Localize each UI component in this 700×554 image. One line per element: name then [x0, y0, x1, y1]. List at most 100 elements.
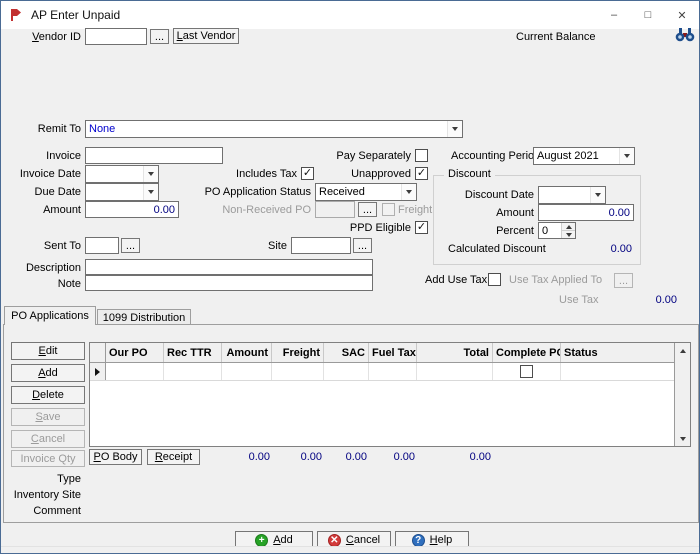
chevron-down-icon — [619, 148, 634, 164]
grid-vertical-scrollbar[interactable] — [674, 343, 690, 446]
invoice-date-select[interactable] — [85, 165, 159, 183]
total-amount: 0.00 — [212, 451, 270, 464]
invoice-date-label: Invoice Date — [11, 168, 81, 181]
ppd-eligible-label: PPD Eligible — [329, 222, 411, 235]
discount-amount-input[interactable] — [538, 204, 634, 221]
accounting-period-select[interactable]: August 2021 — [533, 147, 635, 165]
help-icon: ? — [412, 534, 425, 547]
discount-percent-stepper[interactable] — [538, 222, 576, 239]
total-total: 0.00 — [433, 451, 491, 464]
invoice-date-value — [86, 166, 143, 182]
sent-to-label: Sent To — [11, 240, 81, 253]
remit-to-value: None — [86, 121, 447, 137]
due-date-select[interactable] — [85, 183, 159, 201]
remit-to-select[interactable]: None — [85, 120, 463, 138]
non-received-po-label: Non-Received PO — [199, 204, 311, 217]
delete-button[interactable]: Delete — [11, 386, 85, 404]
table-row[interactable] — [90, 363, 690, 381]
remit-to-label: Remit To — [11, 123, 81, 136]
amount-label: Amount — [11, 204, 81, 217]
discount-group: Discount Discount Date Amount Percent Ca… — [433, 175, 641, 265]
binoculars-icon[interactable] — [675, 26, 695, 42]
tab-po-applications[interactable]: PO Applications — [4, 306, 96, 325]
last-vendor-button[interactable]: Last Vendor — [173, 28, 239, 44]
sent-to-input[interactable] — [85, 237, 119, 254]
discount-percent-input[interactable] — [539, 223, 561, 238]
discount-date-value — [539, 187, 590, 203]
chevron-down-icon — [401, 184, 416, 200]
complete-po-checkbox[interactable] — [520, 365, 533, 378]
receipt-button[interactable]: Receipt — [147, 449, 200, 465]
discount-percent-label: Percent — [440, 225, 534, 238]
app-icon — [9, 8, 23, 22]
site-input[interactable] — [291, 237, 351, 254]
grid-header-rec-ttr: Rec TTR — [164, 343, 222, 362]
note-label: Note — [11, 278, 81, 291]
use-tax-applied-to-label: Use Tax Applied To — [509, 274, 602, 287]
vendor-id-input[interactable] — [85, 28, 147, 45]
pay-separately-checkbox[interactable] — [415, 149, 428, 162]
help-button-label: Help — [430, 534, 453, 546]
discount-group-label: Discount — [444, 168, 495, 180]
grid-header-fuel-tax: Fuel Tax — [369, 343, 417, 362]
current-balance-label: Current Balance — [516, 31, 596, 44]
window-bottom-frame — [1, 546, 699, 553]
scroll-down-icon[interactable] — [675, 431, 690, 446]
add-icon: + — [255, 534, 268, 547]
add-use-tax-checkbox[interactable] — [488, 273, 501, 286]
use-tax-value: 0.00 — [629, 294, 677, 307]
unapproved-checkbox[interactable] — [415, 167, 428, 180]
site-browse-button[interactable]: ... — [353, 238, 372, 253]
calculated-discount-label: Calculated Discount — [448, 243, 546, 256]
percent-up-icon[interactable] — [562, 223, 575, 230]
po-application-status-select[interactable]: Received — [315, 183, 417, 201]
non-received-po-browse-button[interactable]: ... — [358, 202, 377, 217]
pay-separately-label: Pay Separately — [329, 150, 411, 163]
use-tax-applied-browse-button: ... — [614, 273, 633, 288]
includes-tax-label: Includes Tax — [229, 168, 297, 181]
comment-label: Comment — [11, 505, 81, 518]
percent-down-icon[interactable] — [562, 230, 575, 238]
maximize-button[interactable]: □ — [631, 1, 665, 29]
discount-amount-label: Amount — [440, 207, 534, 220]
grid-header-amount: Amount — [222, 343, 272, 362]
note-input[interactable] — [85, 275, 373, 291]
grid-header-our-po: Our PO — [106, 343, 164, 362]
tab-1099-distribution[interactable]: 1099 Distribution — [97, 309, 191, 325]
po-body-button[interactable]: PO Body — [89, 449, 142, 465]
ppd-eligible-checkbox[interactable] — [415, 221, 428, 234]
po-application-status-value: Received — [316, 184, 401, 200]
sent-to-browse-button[interactable]: ... — [121, 238, 140, 253]
cancel-button-label: Cancel — [346, 534, 380, 546]
grid-header-row: Our PO Rec TTR Amount Freight SAC Fuel T… — [90, 343, 690, 363]
po-application-status-label: PO Application Status — [199, 186, 311, 199]
cancel-row-button: Cancel — [11, 430, 85, 448]
close-button[interactable]: ✕ — [665, 1, 699, 29]
grid-header-freight: Freight — [272, 343, 324, 362]
calculated-discount-value: 0.00 — [574, 243, 632, 256]
scroll-up-icon[interactable] — [675, 343, 690, 358]
ap-enter-unpaid-window: AP Enter Unpaid – □ ✕ Vendor ID ... Last… — [0, 0, 700, 554]
description-input[interactable] — [85, 259, 373, 275]
save-button: Save — [11, 408, 85, 426]
po-grid[interactable]: Our PO Rec TTR Amount Freight SAC Fuel T… — [89, 342, 691, 447]
type-label: Type — [11, 473, 81, 486]
discount-date-select[interactable] — [538, 186, 606, 204]
add-row-button[interactable]: Add — [11, 364, 85, 382]
cancel-icon: ✕ — [328, 534, 341, 547]
title-bar: AP Enter Unpaid – □ ✕ — [1, 1, 699, 29]
includes-tax-checkbox[interactable] — [301, 167, 314, 180]
vendor-browse-button[interactable]: ... — [150, 29, 169, 44]
discount-date-label: Discount Date — [440, 189, 534, 202]
add-button-label: Add — [273, 534, 293, 546]
accounting-period-value: August 2021 — [534, 148, 619, 164]
grid-header-total: Total — [417, 343, 493, 362]
current-row-marker[interactable] — [90, 363, 106, 380]
minimize-button[interactable]: – — [597, 1, 631, 29]
edit-button[interactable]: Edit — [11, 342, 85, 360]
chevron-down-icon — [143, 184, 158, 200]
amount-input[interactable] — [85, 201, 179, 218]
use-tax-label: Use Tax — [559, 294, 599, 307]
total-fuel-tax: 0.00 — [357, 451, 415, 464]
invoice-input[interactable] — [85, 147, 223, 164]
